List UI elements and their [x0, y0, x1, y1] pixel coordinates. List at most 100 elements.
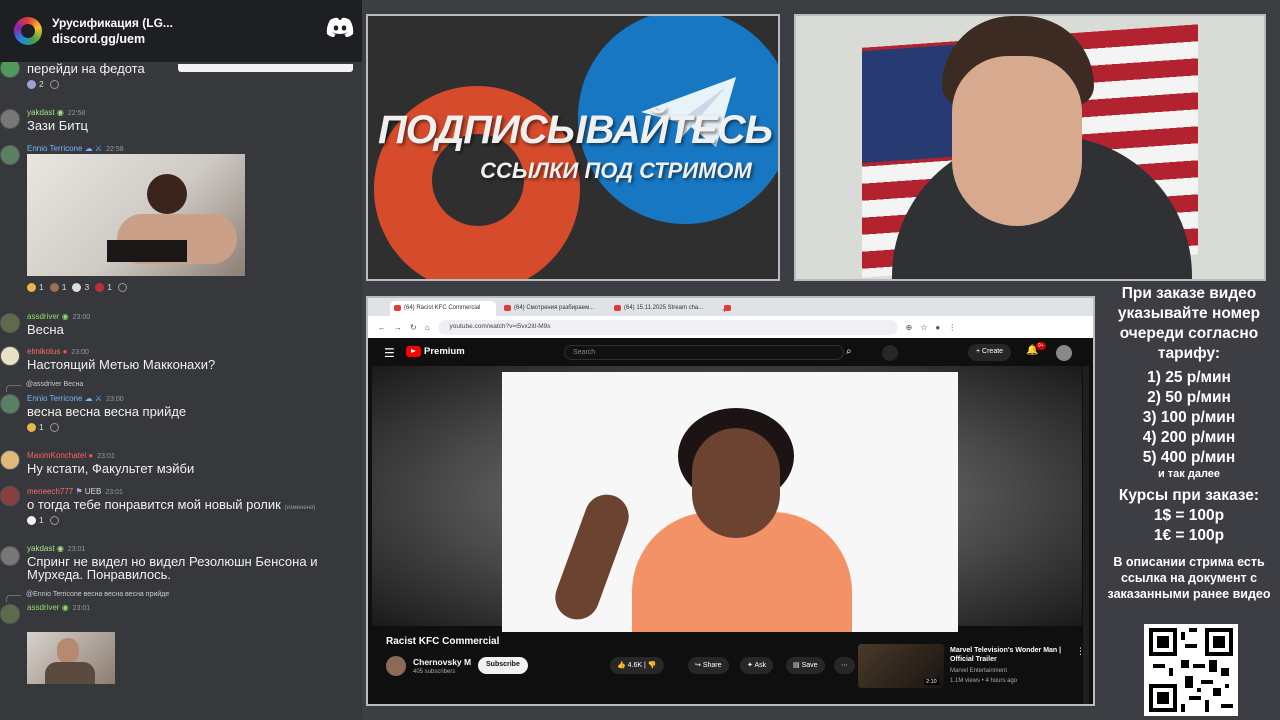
recommended-meta: 1.1M views • 4 hours ago: [950, 678, 1018, 684]
rates-title: Курсы при заказе:: [1118, 487, 1260, 504]
rate-item: 1$ = 100р: [1153, 507, 1225, 524]
channel-avatar[interactable]: [386, 656, 406, 676]
order-instructions: При заказе видео указывайте номер очеред…: [1117, 285, 1261, 362]
badge-icon: ☁ ⚔: [84, 144, 103, 153]
new-tab-button[interactable]: +: [720, 301, 734, 316]
address-bar-row: ← → ↻ ⌂ youtube.com/watch?v=l5vx2itl-M9s…: [368, 316, 1093, 338]
reaction[interactable]: 1: [95, 282, 112, 292]
video-title: Racist KFC Commercial: [386, 636, 500, 647]
reaction[interactable]: 2: [27, 79, 44, 89]
timestamp: 23:01: [72, 605, 91, 612]
add-reaction-icon[interactable]: [49, 422, 59, 432]
browser-tab[interactable]: (64) Racist KFC Commercial: [390, 301, 496, 316]
timestamp: 23:01: [97, 453, 115, 460]
video-duration: 2:10: [924, 679, 939, 685]
mic-icon[interactable]: [882, 345, 898, 361]
avatar: [0, 450, 20, 470]
channel-name[interactable]: Chernovsky M: [413, 657, 471, 667]
subscribe-button[interactable]: Subscribe: [478, 657, 528, 674]
username[interactable]: yakdast: [27, 544, 55, 553]
message-text: перейди на федота: [27, 61, 145, 76]
back-icon[interactable]: ←: [378, 323, 386, 332]
badge-icon: ◉: [56, 108, 64, 117]
home-icon[interactable]: ⌂: [425, 323, 430, 332]
add-reaction-icon[interactable]: [49, 515, 59, 525]
avatar: [0, 604, 20, 624]
badge-icon: ☁ ⚔: [84, 394, 103, 403]
share-button[interactable]: ↪ Share: [688, 657, 729, 674]
timestamp: 23:00: [72, 314, 91, 321]
reactions: 2: [27, 79, 59, 89]
avatar: [0, 109, 20, 129]
save-icon: ▤: [793, 662, 800, 669]
bookmark-icon[interactable]: ☆: [920, 323, 927, 332]
reply-reference[interactable]: @Ennio Terricone весна весна весна прийд…: [5, 591, 169, 602]
add-reaction-icon[interactable]: [117, 282, 127, 292]
recommended-title: Marvel Television's Wonder Man | Officia…: [950, 647, 1062, 663]
badge-icon: ●: [88, 451, 94, 460]
ask-button[interactable]: ✦ Ask: [740, 657, 774, 674]
username[interactable]: assdriver: [27, 312, 59, 321]
tariff-item: 4) 200 р/мин: [1142, 429, 1236, 446]
qr-code[interactable]: [1144, 624, 1238, 716]
username[interactable]: meneech777: [27, 487, 73, 496]
webcam-panel: [794, 14, 1266, 281]
username[interactable]: elmikolus: [27, 347, 60, 356]
discord-chat-overlay: Урусификация (LG... discord.gg/uem перей…: [0, 0, 362, 720]
create-button[interactable]: + Create: [968, 344, 1012, 361]
video-player[interactable]: [372, 366, 1082, 632]
message-text-line2: Мурхеда. Понравилось.: [27, 567, 171, 582]
discord-server-header[interactable]: Урусификация (LG... discord.gg/uem: [0, 0, 362, 62]
reactions: 1: [27, 422, 59, 432]
search-icon[interactable]: ⌕: [846, 346, 866, 360]
url-field[interactable]: youtube.com/watch?v=l5vx2itl-M9s: [437, 319, 898, 335]
search-input[interactable]: Search: [564, 345, 844, 360]
browser-tab[interactable]: (64) 15.11.2025 Stream cha...: [610, 301, 716, 316]
profile-icon[interactable]: ●: [935, 323, 940, 332]
reaction[interactable]: 1: [27, 282, 44, 292]
more-options-icon[interactable]: ⋮: [1076, 646, 1085, 657]
reaction[interactable]: 1: [49, 282, 66, 292]
message-text: весна весна весна прийде: [27, 404, 187, 419]
reaction[interactable]: 1: [27, 515, 44, 525]
server-name: Урусификация (LG...: [52, 16, 173, 30]
add-reaction-icon[interactable]: [49, 79, 59, 89]
qr-code-icon: [1149, 628, 1233, 712]
username[interactable]: yakdast: [27, 108, 55, 117]
server-icon: [14, 17, 42, 45]
invite-link[interactable]: discord.gg/uem: [52, 31, 173, 47]
avatar: [0, 546, 20, 566]
sparkle-icon: ✦: [747, 662, 753, 669]
recommended-video[interactable]: 2:10 Marvel Television's Wonder Man | Of…: [858, 644, 1090, 688]
hamburger-menu-icon[interactable]: ☰: [384, 346, 395, 360]
username[interactable]: Ennio Terricone: [27, 394, 82, 403]
username[interactable]: Ennio Terricone: [27, 144, 82, 153]
promo-title: ПОДПИСЫВАЙТЕСЬ: [377, 108, 773, 152]
browser-tab[interactable]: (64) Смотрения разбираем...: [500, 301, 606, 316]
timestamp: 23:01: [67, 546, 86, 553]
menu-icon[interactable]: ⋮: [948, 323, 956, 332]
youtube-play-icon: [406, 346, 421, 357]
reload-icon[interactable]: ↻: [410, 323, 417, 332]
account-avatar[interactable]: [1056, 345, 1072, 361]
youtube-logo[interactable]: Premium: [406, 346, 465, 357]
username[interactable]: MaximKonchatel: [27, 451, 86, 460]
like-button[interactable]: 👍 4.6K | 👎: [610, 657, 664, 674]
more-actions-button[interactable]: ⋯: [834, 657, 855, 674]
image-attachment[interactable]: [27, 154, 245, 276]
forward-icon[interactable]: →: [394, 323, 402, 332]
reaction[interactable]: 3: [72, 282, 89, 292]
browser-tab-bar: (64) Racist KFC Commercial (64) Смотрени…: [368, 298, 1093, 316]
save-button[interactable]: ▤ Save: [786, 657, 825, 674]
reply-reference[interactable]: @assdriver Весна: [5, 381, 83, 392]
badge-icon: ●: [62, 347, 68, 356]
search-bar-fragment: [178, 64, 353, 72]
username[interactable]: assdriver: [27, 603, 59, 612]
browser-window: (64) Racist KFC Commercial (64) Смотрени…: [366, 296, 1095, 706]
reactions: 1: [27, 515, 59, 525]
reactions: 1 1 3 1: [27, 282, 127, 292]
tariff-item: 2) 50 р/мин: [1147, 389, 1231, 406]
reaction[interactable]: 1: [27, 422, 44, 432]
extension-icon[interactable]: ⊕: [906, 323, 913, 332]
image-attachment[interactable]: [27, 632, 115, 684]
